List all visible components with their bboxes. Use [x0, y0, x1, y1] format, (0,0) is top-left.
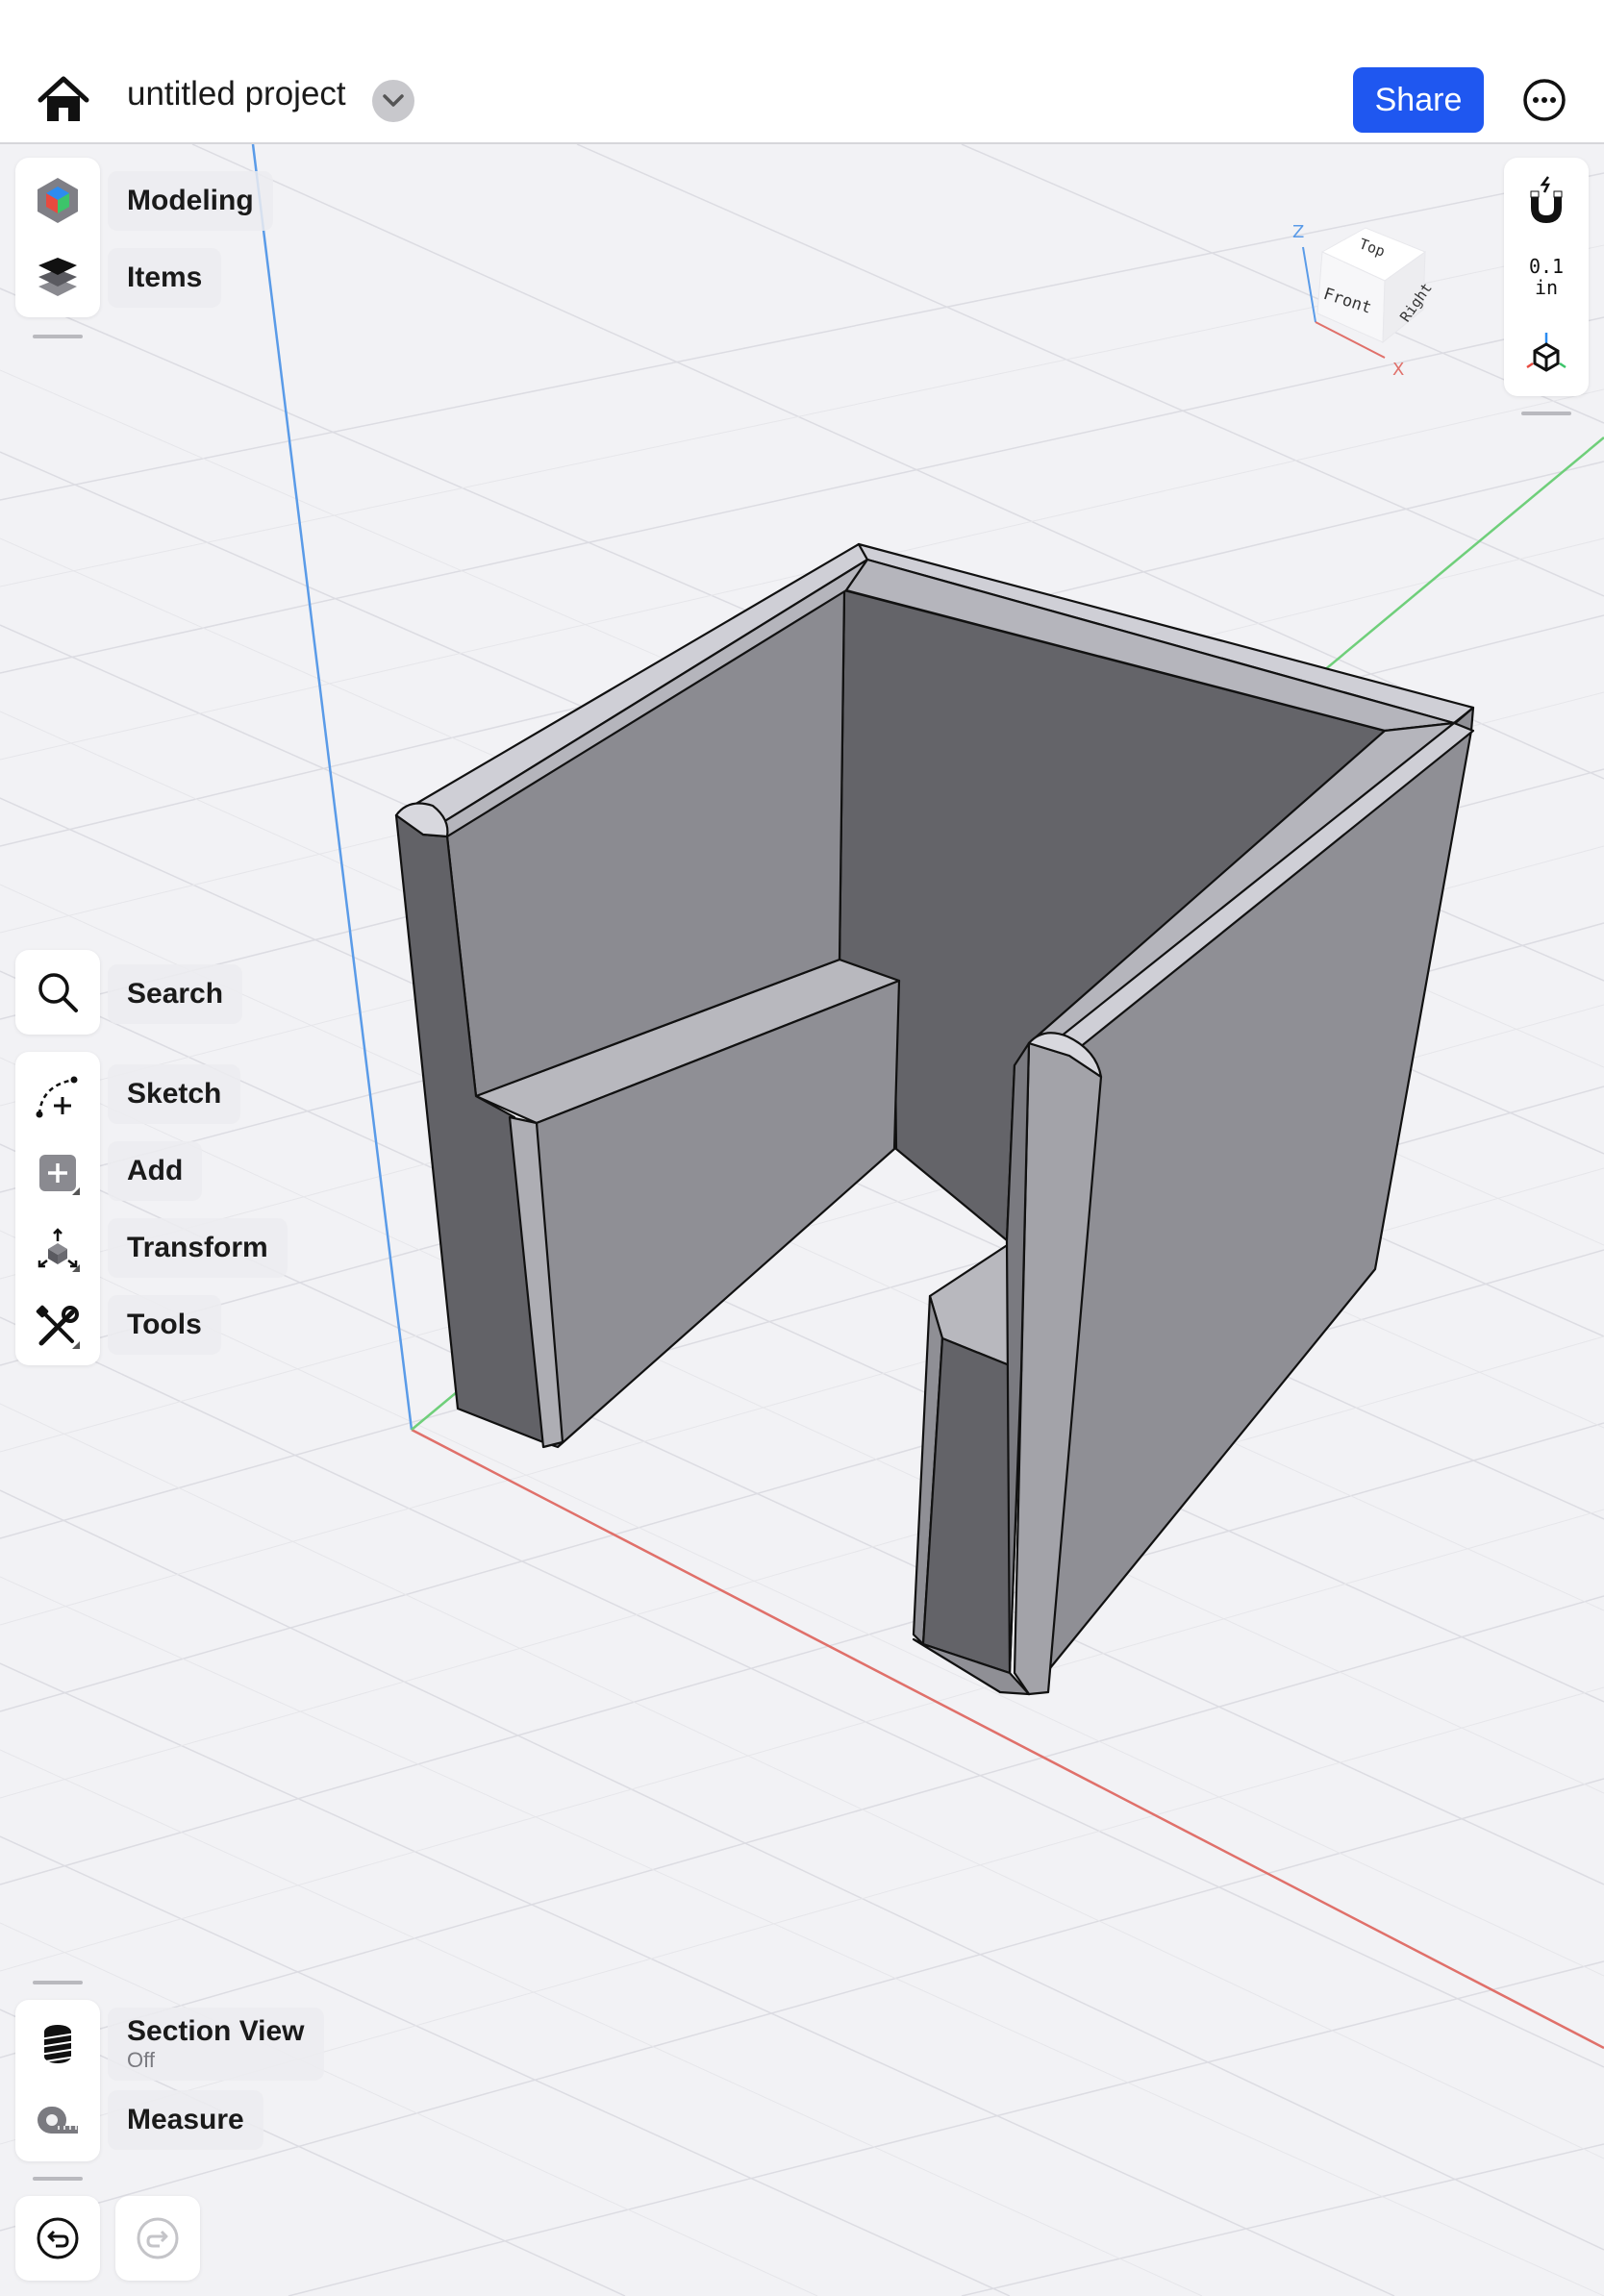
top-bar: untitled project Share	[0, 0, 1604, 144]
redo-icon	[129, 2209, 187, 2267]
search-icon[interactable]	[29, 963, 87, 1021]
menu-modeling[interactable]: Modeling	[108, 171, 273, 231]
tool-add-label[interactable]: Add	[108, 1141, 203, 1201]
chevron-down-icon[interactable]	[372, 80, 414, 122]
project-title[interactable]: untitled project	[127, 75, 346, 113]
panel-handle-bottom[interactable]	[33, 1981, 83, 1984]
inspect-panel	[15, 2000, 100, 2161]
undo-button[interactable]	[15, 2196, 100, 2281]
section-view-button[interactable]: Section View Off	[108, 2008, 324, 2081]
search-panel	[15, 950, 100, 1035]
panel-handle[interactable]	[33, 335, 83, 338]
magnet-icon[interactable]	[1517, 171, 1575, 229]
measure-button[interactable]: Measure	[108, 2090, 263, 2150]
tool-transform-label[interactable]: Transform	[108, 1218, 288, 1278]
transform-icon[interactable]	[29, 1221, 87, 1279]
section-view-status: Off	[127, 2048, 155, 2072]
add-icon[interactable]	[29, 1144, 87, 1202]
tape-measure-icon[interactable]	[29, 2092, 87, 2150]
undo-icon	[29, 2209, 87, 2267]
grid-unit[interactable]: in	[1504, 277, 1589, 298]
axis-x-label: X	[1392, 360, 1404, 380]
tool-tools-label[interactable]: Tools	[108, 1295, 221, 1355]
home-icon[interactable]	[35, 71, 92, 129]
modeling-cube-icon[interactable]	[29, 171, 87, 229]
redo-button[interactable]	[115, 2196, 200, 2281]
axes-cube-icon[interactable]	[1517, 323, 1575, 381]
tools-panel	[15, 1052, 100, 1365]
section-view-icon[interactable]	[29, 2015, 87, 2073]
tool-sketch-label[interactable]: Sketch	[108, 1064, 241, 1124]
mode-panel	[15, 158, 100, 317]
panel-handle-undo[interactable]	[33, 2177, 83, 2181]
axis-z-label: Z	[1292, 222, 1304, 242]
more-options-icon[interactable]	[1521, 77, 1567, 123]
grid-unit-value[interactable]: 0.1	[1504, 256, 1589, 277]
right-panel-handle[interactable]	[1521, 412, 1571, 415]
share-button[interactable]: Share	[1353, 67, 1484, 133]
sketch-icon[interactable]	[29, 1067, 87, 1125]
section-view-label: Section View	[127, 2015, 305, 2047]
layers-icon[interactable]	[29, 248, 87, 306]
menu-items[interactable]: Items	[108, 248, 222, 308]
tools-icon[interactable]	[29, 1298, 87, 1356]
right-panel: 0.1 in	[1504, 158, 1589, 396]
tool-search-label[interactable]: Search	[108, 964, 243, 1024]
